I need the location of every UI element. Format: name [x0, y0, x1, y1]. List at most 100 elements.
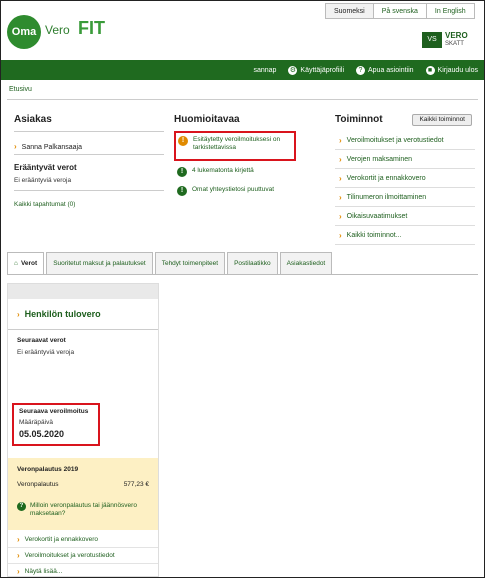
notice-text: Esitäytetty veroilmoituksesi on tarkiste… — [193, 136, 281, 151]
chevron-right-icon: › — [17, 309, 20, 319]
profile-link[interactable]: ⚙ Käyttäjäprofiili — [288, 65, 344, 75]
card-links: › Verokortit ja ennakkovero › Veroilmoituk… — [8, 532, 158, 576]
divider — [14, 154, 164, 155]
action-item[interactable]: › Veroilmoitukset ja verotustiedot — [335, 131, 475, 150]
lang-finnish[interactable]: Suomeksi — [325, 3, 373, 19]
tab-payments[interactable]: Suoritetut maksut ja palautukset — [46, 252, 153, 274]
tab-mailbox[interactable]: Postilaatikko — [227, 252, 278, 274]
divider — [7, 99, 478, 100]
breadcrumb[interactable]: Etusivu — [9, 86, 32, 93]
notices-section: Huomioitavaa ! Esitäytetty veroilmoituks… — [174, 114, 324, 196]
actions-section: Toiminnot Kaikki toiminnot › Veroilmoituk… — [335, 114, 475, 245]
app-frame: Suomeksi På svenska In English Oma Vero … — [0, 0, 485, 578]
action-label: Verokortit ja ennakkovero — [346, 175, 426, 182]
all-events-link[interactable]: Kaikki tapahtumat (0) — [14, 201, 164, 208]
tab-actions-done[interactable]: Tehdyt toimenpiteet — [154, 252, 226, 274]
card-link-label: Veroilmoitukset ja verotustiedot — [24, 552, 115, 559]
notice-item[interactable]: ! Esitäytetty veroilmoituksesi on tarkis… — [178, 136, 292, 152]
due-date: 05.05.2020 — [19, 429, 65, 439]
brand-vero: VERO — [445, 30, 468, 40]
chevron-right-icon: › — [17, 535, 20, 544]
asiakas-title: Asiakas — [14, 114, 52, 125]
action-label: Verojen maksaminen — [346, 156, 413, 163]
card-link-label: Verokortit ja ennakkovero — [24, 536, 99, 543]
chevron-right-icon: › — [339, 193, 342, 202]
chevron-right-icon: › — [17, 567, 20, 576]
gear-icon: ⚙ — [288, 65, 298, 75]
help-icon: ? — [356, 65, 365, 75]
lock-icon: ■ — [425, 65, 435, 75]
help-label: Apua asiointiin — [368, 66, 414, 74]
omavero-logo-text: Vero — [45, 23, 70, 37]
fit-label: FIT — [78, 18, 105, 38]
logout-label: Kirjaudu ulos — [437, 66, 478, 74]
chevron-right-icon: › — [339, 212, 342, 221]
card-link[interactable]: › Näytä lisää... — [8, 564, 158, 576]
language-selector: Suomeksi På svenska In English — [325, 3, 475, 19]
upcoming-title: Seuraavat verot — [17, 337, 66, 344]
help-link[interactable]: ? Apua asiointiin — [356, 65, 414, 75]
due-taxes-text: Ei erääntyviä veroja — [14, 177, 72, 184]
all-actions-button[interactable]: Kaikki toiminnot — [412, 114, 472, 126]
action-item[interactable]: › Tilinumeron ilmoittaminen — [335, 188, 475, 207]
highlighted-notice: ! Esitäytetty veroilmoituksesi on tarkis… — [174, 131, 296, 161]
logout-link[interactable]: ■ Kirjaudu ulos — [425, 65, 478, 75]
lang-english[interactable]: In English — [425, 3, 475, 19]
notice-item[interactable]: ! Omat yhteystietosi puuttuvat — [177, 186, 324, 196]
next-return-box: Seuraava veroilmoitus Määräpäivä 05.05.2… — [12, 403, 100, 446]
vero-skatt-logo: VS VERO SKATT — [422, 31, 478, 48]
question-icon: ? — [17, 502, 26, 511]
refund-question: Milloin veronpalautus tai jäännösvero ma… — [30, 502, 137, 517]
customer-name: Sanna Palkansaaja — [21, 144, 82, 151]
divider — [14, 190, 164, 191]
omavero-logo[interactable]: Oma — [7, 15, 41, 49]
action-item[interactable]: › Verokortit ja ennakkovero — [335, 169, 475, 188]
refund-label: Veronpalautus — [17, 481, 59, 488]
refund-panel: Veronpalautus 2019 Veronpalautus 577,23 … — [8, 458, 158, 530]
tab-customer-info[interactable]: Asiakastiedot — [279, 252, 333, 274]
refund-title: Veronpalautus 2019 — [17, 466, 79, 473]
card-header-strip — [8, 284, 158, 299]
card-title-label: Henkilön tulovero — [24, 309, 101, 319]
action-label: Veroilmoitukset ja verotustiedot — [346, 137, 444, 144]
notice-text: 4 lukematonta kirjettä — [192, 167, 254, 174]
divider — [8, 329, 158, 330]
brand-skatt: SKATT — [445, 40, 464, 47]
card-link-label: Näytä lisää... — [24, 568, 63, 575]
info-icon: ! — [177, 186, 187, 196]
chevron-right-icon: › — [14, 142, 17, 151]
notice-text: Omat yhteystietosi puuttuvat — [192, 186, 275, 193]
upcoming-text: Ei erääntyviä veroja — [17, 349, 75, 356]
top-navigation: sannap ⚙ Käyttäjäprofiili ? Apua asioint… — [1, 60, 484, 80]
tab-label: Verot — [20, 260, 38, 267]
action-item[interactable]: › Oikaisuvaatimukset — [335, 207, 475, 226]
asiakas-section: Asiakas › Sanna Palkansaaja Erääntyvät ve… — [14, 114, 164, 208]
due-taxes-title: Erääntyvät verot — [14, 163, 77, 172]
notices-title: Huomioitavaa — [174, 114, 240, 125]
vero-emblem-icon: VS — [422, 31, 442, 48]
action-label: Tilinumeron ilmoittaminen — [346, 194, 427, 201]
card-link[interactable]: › Veroilmoitukset ja verotustiedot — [8, 548, 158, 564]
customer-selector[interactable]: › Sanna Palkansaaja — [14, 142, 164, 151]
card-title[interactable]: › Henkilön tulovero — [8, 299, 158, 319]
next-return-title: Seuraava veroilmoitus — [19, 408, 89, 415]
chevron-right-icon: › — [339, 136, 342, 145]
action-label: Kaikki toiminnot... — [346, 232, 402, 239]
action-item[interactable]: › Kaikki toiminnot... — [335, 226, 475, 245]
chevron-right-icon: › — [339, 231, 342, 240]
chevron-right-icon: › — [339, 174, 342, 183]
divider — [14, 131, 164, 132]
chevron-right-icon: › — [339, 155, 342, 164]
action-item[interactable]: › Verojen maksaminen — [335, 150, 475, 169]
info-icon: ! — [177, 167, 187, 177]
notice-item[interactable]: ! 4 lukematonta kirjettä — [177, 167, 324, 177]
divider — [7, 274, 478, 275]
refund-question-link[interactable]: ? Milloin veronpalautus tai jäännösvero … — [17, 502, 149, 518]
action-label: Oikaisuvaatimukset — [346, 213, 408, 220]
lang-swedish[interactable]: På svenska — [372, 3, 426, 19]
due-label: Määräpäivä — [19, 419, 53, 426]
chevron-right-icon: › — [17, 551, 20, 560]
home-icon: ⌂ — [14, 260, 18, 267]
tab-verot[interactable]: ⌂ Verot — [7, 252, 45, 274]
card-link[interactable]: › Verokortit ja ennakkovero — [8, 532, 158, 548]
